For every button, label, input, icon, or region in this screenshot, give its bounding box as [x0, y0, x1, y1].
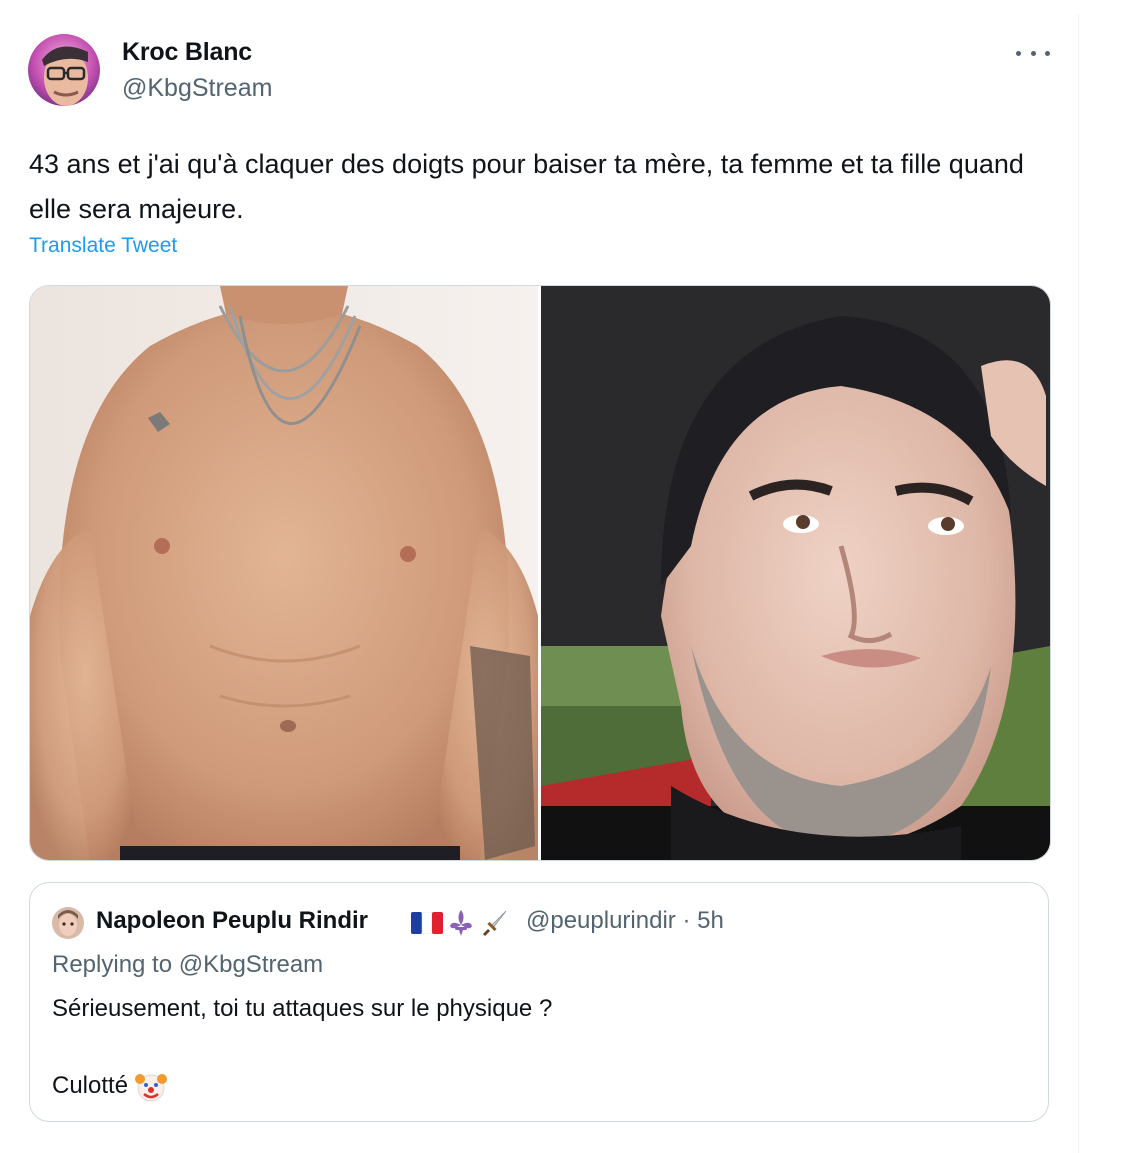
- author-name[interactable]: Kroc Blanc: [122, 38, 252, 67]
- quoted-tweet-text-line2: Culotté: [52, 1069, 168, 1103]
- dot: [1045, 50, 1050, 56]
- quoted-author-name[interactable]: Napoleon Peuplu Rindir: [96, 907, 368, 935]
- clown-face-icon: [135, 1074, 168, 1102]
- quoted-tweet-word: Culotté: [52, 1072, 129, 1099]
- meta-separator: ·: [682, 907, 691, 934]
- quoted-tweet-text-line1: Sérieusement, toi tu attaques sur le phy…: [52, 995, 553, 1022]
- translate-tweet-link[interactable]: Translate Tweet: [29, 234, 177, 258]
- car-selfie-photo[interactable]: [541, 286, 1050, 860]
- quoted-author-emojis: [411, 907, 509, 939]
- quoted-author-handle[interactable]: @peuplurindir: [526, 907, 676, 934]
- shirtless-torso-photo[interactable]: [30, 286, 538, 860]
- dot: [1016, 50, 1021, 56]
- quoted-tweet-meta: @peuplurindir · 5h: [526, 907, 724, 935]
- fleur-de-lis-icon: [450, 910, 472, 936]
- dot: [1030, 50, 1036, 56]
- author-avatar[interactable]: [28, 34, 100, 106]
- quoted-tweet[interactable]: Napoleon Peuplu Rindir @peuplurindir · 5…: [29, 882, 1049, 1122]
- replying-to: Replying to @KbgStream: [52, 951, 324, 978]
- tweet-text: 43 ans et j'ai qu'à claquer des doigts p…: [29, 149, 1024, 224]
- tweet-media: [29, 285, 1051, 861]
- quoted-author-avatar[interactable]: [52, 907, 84, 939]
- more-options-icon[interactable]: [1016, 40, 1050, 66]
- author-handle[interactable]: @KbgStream: [122, 74, 272, 103]
- quoted-tweet-time[interactable]: 5h: [697, 907, 724, 934]
- timeline-divider: [1078, 14, 1079, 1153]
- dagger-icon: [483, 910, 507, 936]
- flag-france-icon: [411, 912, 443, 934]
